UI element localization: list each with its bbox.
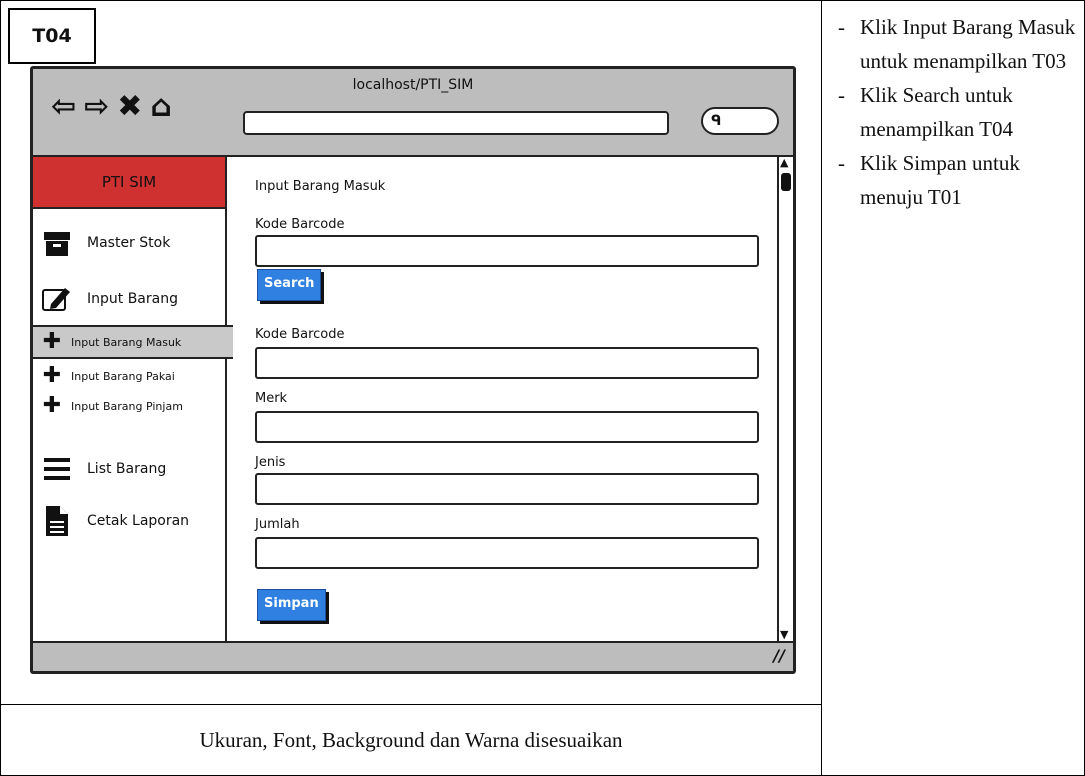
back-arrow-icon[interactable]: ⇦ [51,92,76,122]
sidebar-item-cetak-laporan[interactable]: Cetak Laporan [39,503,189,539]
scroll-thumb[interactable] [781,173,791,191]
sidebar-menu: Master Stok Input Barang ✚ Input Barang … [33,211,233,641]
document-icon [39,503,75,539]
sidebar-item-label: Cetak Laporan [87,513,190,529]
scroll-up-icon[interactable]: ▲ [780,157,788,169]
sidebar-item-input-barang-pinjam[interactable]: ✚ Input Barang Pinjam [41,395,183,417]
sidebar-item-list-barang[interactable]: List Barang [39,451,166,487]
screen-id-tag: T04 [8,8,96,64]
sidebar-item-input-barang-masuk[interactable]: ✚ Input Barang Masuk [33,325,233,359]
browser-search-button[interactable]: ᑫ [701,107,779,135]
sidebar-item-label: Input Barang Pinjam [71,399,183,413]
sidebar-item-label: List Barang [87,461,167,477]
merk-input[interactable] [255,411,759,443]
note-item: Klik Simpan untuk menuju T01 [838,146,1078,214]
menu-icon [39,451,75,487]
note-item: Klik Search untuk menampilkan T04 [838,78,1078,146]
sidebar-item-label: Input Barang Masuk [71,335,182,349]
sidebar-item-input-barang[interactable]: Input Barang [39,281,178,317]
field-label: Merk [255,391,288,406]
resize-handle-icon[interactable]: // [773,646,785,665]
address-bar[interactable] [243,111,669,135]
sidebar-item-master-stok[interactable]: Master Stok [39,225,170,261]
page-viewport: PTI SIM Master Stok Input Barang ✚ Input… [33,155,793,643]
form-heading: Input Barang Masuk [255,179,386,194]
vertical-scrollbar[interactable]: ▲ ▼ [777,157,793,641]
footer-note: Ukuran, Font, Background dan Warna dises… [199,727,623,752]
jumlah-input[interactable] [255,537,759,569]
field-label: Jumlah [255,517,300,532]
edit-icon [39,281,75,317]
sidebar-item-label: Master Stok [87,235,171,251]
main-content: Input Barang Masuk Kode Barcode Search K… [229,157,777,641]
jenis-input[interactable] [255,473,759,505]
sidebar: PTI SIM Master Stok Input Barang ✚ Input… [33,157,233,641]
scroll-down-icon[interactable]: ▼ [780,629,788,641]
archive-icon [39,225,75,261]
note-item: Klik Input Barang Masuk untuk menampilka… [838,10,1078,78]
search-button[interactable]: Search [257,269,322,301]
sidebar-item-input-barang-pakai[interactable]: ✚ Input Barang Pakai [41,365,175,387]
browser-window: localhost/PTI_SIM ⇦ ⇨ ✖ ⌂ ᑫ PTI SIM Mast… [30,66,796,674]
sidebar-item-label: Input Barang [87,291,178,307]
forward-arrow-icon[interactable]: ⇨ [84,92,109,122]
home-icon[interactable]: ⌂ [150,92,171,122]
plus-icon: ✚ [42,329,62,354]
instruction-notes: Klik Input Barang Masuk untuk menampilka… [838,10,1078,214]
field-label: Kode Barcode [255,327,345,342]
plus-icon: ✚ [42,393,62,418]
stop-icon[interactable]: ✖ [117,92,142,122]
plus-icon: ✚ [42,363,62,388]
kode-barcode-input[interactable] [255,347,759,379]
save-button[interactable]: Simpan [257,589,326,621]
browser-nav: ⇦ ⇨ ✖ ⌂ [51,89,172,125]
search-icon: ᑫ [711,113,722,129]
search-barcode-input[interactable] [255,235,759,267]
app-brand: PTI SIM [33,157,225,209]
sidebar-item-label: Input Barang Pakai [71,369,175,383]
search-barcode-label: Kode Barcode [255,217,345,232]
field-label: Jenis [255,455,286,470]
